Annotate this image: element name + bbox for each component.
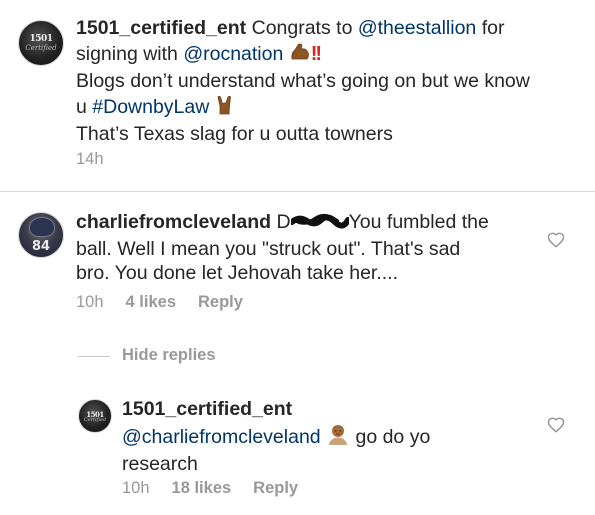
avatar-logo-text: 1501 [29,34,53,45]
comment-text: Congrats to [246,17,358,39]
reply-line-1: 1501_certified_ent [122,397,542,422]
divider [0,191,595,192]
comment-line-5: That’s Texas slag for u outta towners [76,123,393,145]
avatar-jersey-number: 84 [31,239,51,255]
comment-username[interactable]: 1501_certified_ent [76,17,246,39]
reply-timestamp: 10h [122,479,150,497]
reply-line-2: @charliefromcleveland go do yo [122,422,542,453]
avatar-logo-subtext: Certified [25,43,57,52]
comment-line-3: Blogs don’t understand what’s going on b… [76,70,530,92]
mention-link[interactable]: @rocnation [183,43,283,65]
comment-line-4: u #DownbyLaw [76,94,576,123]
hashtag-link[interactable]: #DownbyLaw [92,96,209,118]
comment-body: 1501_certified_ent Congrats to @theestal… [76,16,576,147]
avatar-1501-certified-ent[interactable]: 1501 Certified [78,399,112,433]
avatar-1501-certified-ent[interactable]: 1501 Certified [18,20,64,66]
likes-count-button[interactable]: 18 likes [172,479,232,498]
reply-meta: 10h 18 likes Reply [122,479,320,498]
comment-line-2: signing with @rocnation !! [76,41,576,70]
comment-timestamp: 10h [76,293,104,311]
comment-line-1: charliefromcleveland D You fumbled the [76,210,546,237]
likes-count-button[interactable]: 4 likes [126,293,176,312]
hide-replies-button[interactable]: Hide replies [122,346,216,365]
reply-username[interactable]: 1501_certified_ent [122,398,292,420]
comment-line-1: 1501_certified_ent Congrats to @theestal… [76,16,576,41]
person-shrugging-emoji-icon [326,422,350,453]
reply-line-3: research [122,453,198,475]
comment-line-3: bro. You done let Jehovah take her.... [76,262,398,284]
reply-button[interactable]: Reply [253,479,298,498]
double-exclamation-emoji: !! [310,42,322,65]
avatar-logo-subtext: Certified [83,416,107,423]
comment-line-2: ball. Well I mean you "struck out". That… [76,237,461,260]
comment-meta: 14h [76,150,126,169]
avatar-helmet-shape [28,216,56,237]
heart-icon[interactable] [547,231,565,249]
flexed-biceps-emoji-icon [289,41,311,70]
comment-text: signing with [76,42,184,65]
mention-link[interactable]: @charliefromcleveland [122,426,321,448]
comment-text: D [271,211,291,233]
hide-replies-line [78,356,110,357]
reply-button[interactable]: Reply [198,293,243,312]
comment-text: for [476,17,505,39]
heart-icon[interactable] [547,416,565,434]
avatar-charliefromcleveland[interactable]: 84 [18,212,64,258]
comment-username[interactable]: charliefromcleveland [76,211,271,233]
mention-link[interactable]: @theestallion [358,17,476,39]
comment-timestamp: 14h [76,150,104,168]
comment-meta: 10h 4 likes Reply [76,293,265,312]
sign-of-horns-emoji-icon [215,94,235,123]
comment-text: u [76,95,93,118]
comment-text: You fumbled the [348,211,489,233]
reply-text: go do yo [350,425,431,448]
scribble-redaction-icon [288,212,351,237]
reply-body: 1501_certified_ent @charliefromcleveland… [122,397,542,477]
comment-body: charliefromcleveland D You fumbled the b… [76,210,546,286]
